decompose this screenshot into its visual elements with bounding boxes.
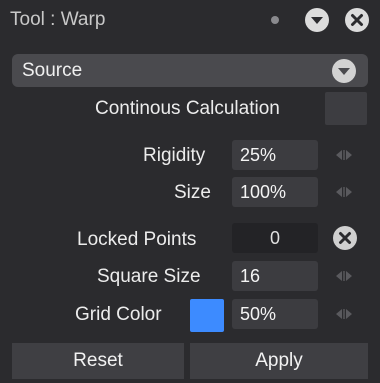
grid-opacity-field[interactable]: 50% <box>232 299 318 329</box>
size-slider-handle[interactable] <box>334 186 354 198</box>
rigidity-slider-handle[interactable] <box>334 149 354 161</box>
source-dropdown[interactable]: Source <box>12 54 368 87</box>
size-label: Size <box>174 182 211 203</box>
panel-header: Tool : Warp <box>0 0 380 42</box>
locked-points-label: Locked Points <box>77 229 197 250</box>
warp-tool-panel: Tool : Warp Source Continous Calculation… <box>0 0 380 383</box>
grid-color-label: Grid Color <box>75 304 162 325</box>
continuous-calculation-label: Continous Calculation <box>95 98 280 119</box>
collapse-button[interactable] <box>305 8 329 32</box>
continuous-calculation-checkbox[interactable] <box>325 92 367 125</box>
locked-points-field: 0 <box>232 223 318 253</box>
clear-locked-points-button[interactable] <box>333 226 357 250</box>
panel-title: Tool : Warp <box>10 9 106 30</box>
close-icon <box>351 14 363 26</box>
size-field[interactable]: 100% <box>232 177 318 207</box>
rigidity-field[interactable]: 25% <box>232 140 318 170</box>
close-icon <box>339 232 351 244</box>
chevron-down-icon <box>311 17 323 24</box>
grid-opacity-slider-handle[interactable] <box>334 308 354 320</box>
grid-color-swatch[interactable] <box>190 299 224 332</box>
source-dropdown-label: Source <box>22 60 83 81</box>
status-dot-icon <box>271 16 279 24</box>
close-button[interactable] <box>345 8 369 32</box>
chevron-down-icon[interactable] <box>332 59 356 83</box>
square-size-label: Square Size <box>97 266 201 287</box>
reset-button[interactable]: Reset <box>12 343 184 379</box>
square-size-field[interactable]: 16 <box>232 261 318 291</box>
square-size-slider-handle[interactable] <box>334 270 354 282</box>
apply-button[interactable]: Apply <box>190 343 368 379</box>
rigidity-label: Rigidity <box>143 145 206 166</box>
